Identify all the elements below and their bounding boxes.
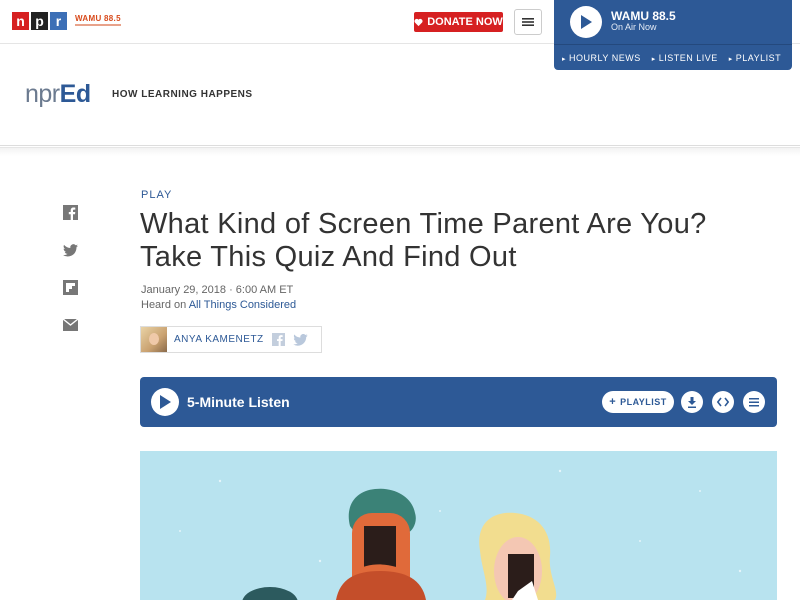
embed-code-icon	[717, 397, 729, 407]
flipboard-share[interactable]	[62, 279, 78, 295]
byline: ANYA KAMENETZ	[140, 326, 322, 353]
illustration-art	[179, 469, 742, 600]
program-link[interactable]: All Things Considered	[189, 299, 296, 311]
section-header: nprEd HOW LEARNING HAPPENS	[0, 44, 800, 146]
npred-logo-suffix: Ed	[59, 80, 91, 108]
npr-logo-p: p	[31, 12, 48, 30]
transcript-icon	[749, 397, 759, 406]
play-icon	[581, 15, 592, 29]
plus-icon: +	[609, 396, 617, 408]
play-icon	[160, 395, 171, 409]
hamburger-icon	[522, 18, 534, 26]
playlist-label: PLAYLIST	[620, 397, 667, 407]
facebook-share[interactable]	[62, 204, 78, 220]
heard-on-prefix: Heard on	[141, 299, 187, 311]
article-slug[interactable]: PLAY	[141, 189, 172, 201]
npr-logo-n: n	[12, 12, 29, 30]
transcript-button[interactable]	[743, 391, 765, 413]
station-status: On Air Now	[611, 22, 657, 32]
npr-logo[interactable]: n p r	[12, 12, 67, 30]
author-name[interactable]: ANYA KAMENETZ	[174, 334, 264, 345]
twitter-icon	[292, 333, 308, 346]
author-facebook[interactable]	[271, 333, 285, 346]
audio-player: 5-Minute Listen + PLAYLIST	[140, 377, 777, 427]
article-illustration	[140, 451, 777, 600]
download-icon	[688, 396, 696, 408]
heard-on: Heard on All Things Considered	[141, 299, 296, 311]
article-title-line-2: Take This Quiz And Find Out	[140, 241, 517, 273]
article-title-line-1: What Kind of Screen Time Parent Are You?	[140, 208, 707, 240]
author-twitter[interactable]	[292, 333, 308, 346]
email-share[interactable]	[62, 317, 78, 333]
npred-logo[interactable]: nprEd	[25, 80, 91, 109]
station-play-button[interactable]	[570, 6, 602, 38]
add-to-playlist-button[interactable]: + PLAYLIST	[602, 391, 674, 413]
twitter-share[interactable]	[62, 242, 78, 258]
npred-logo-prefix: npr	[25, 80, 60, 108]
email-icon	[62, 319, 78, 331]
embed-button[interactable]	[712, 391, 734, 413]
facebook-icon	[271, 333, 285, 346]
author-avatar[interactable]	[141, 327, 167, 352]
station-name: WAMU 88.5	[611, 9, 676, 23]
download-button[interactable]	[681, 391, 703, 413]
heart-icon	[414, 18, 423, 26]
article-title: What Kind of Screen Time Parent Are You?…	[140, 208, 780, 274]
station-logo[interactable]: WAMU 88.5	[75, 14, 121, 23]
npr-logo-r: r	[50, 12, 67, 30]
audio-title: 5-Minute Listen	[187, 394, 290, 410]
flipboard-icon	[62, 279, 78, 295]
section-tagline: HOW LEARNING HAPPENS	[112, 89, 253, 100]
article-date: January 29, 2018 · 6:00 AM ET	[141, 284, 294, 296]
divider	[0, 147, 800, 156]
facebook-icon	[62, 204, 78, 220]
twitter-icon	[62, 243, 78, 256]
donate-label: DONATE NOW	[427, 16, 503, 28]
audio-play-button[interactable]	[151, 388, 179, 416]
donate-button[interactable]: DONATE NOW	[414, 12, 503, 32]
menu-button[interactable]	[514, 9, 542, 35]
station-logo-tagline-graphic	[75, 24, 121, 26]
